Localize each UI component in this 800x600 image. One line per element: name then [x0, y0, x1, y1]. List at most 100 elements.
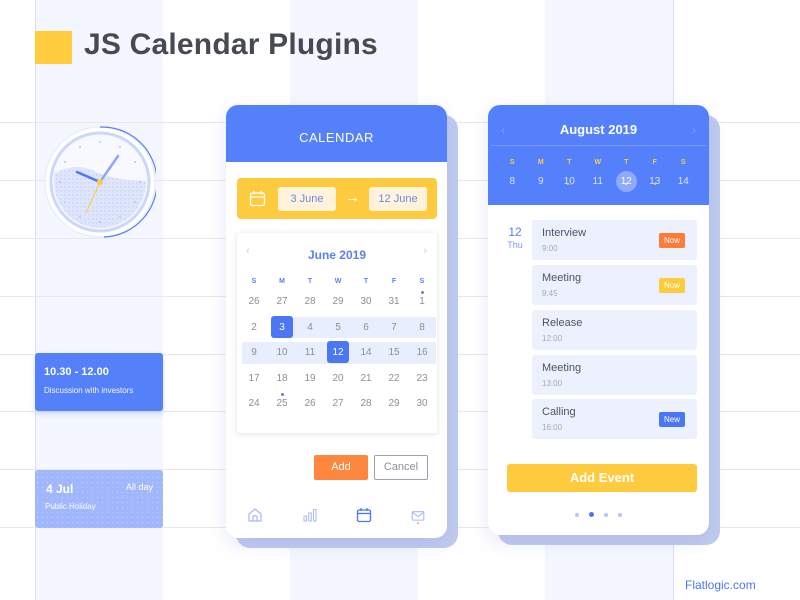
calendar-day[interactable]: 8	[408, 322, 436, 333]
calendar-day-with-event[interactable]: 25	[268, 393, 296, 409]
calendar-day[interactable]: 16	[408, 347, 436, 358]
calendar-day[interactable]: 4	[296, 322, 324, 333]
add-button[interactable]: Add	[314, 455, 368, 480]
calendar-day[interactable]: 26	[296, 398, 324, 409]
calendar-card-header: CALENDAR	[226, 105, 447, 162]
calendar-day[interactable]: 15	[380, 347, 408, 358]
calendar-day[interactable]: 27	[268, 296, 296, 307]
weekday-label: W	[334, 277, 342, 285]
calendar-day[interactable]: 31	[380, 296, 408, 307]
calendar-day[interactable]: 21	[352, 373, 380, 384]
cancel-button[interactable]: Cancel	[374, 455, 428, 480]
weekday-label: S	[419, 277, 425, 285]
calendar-day[interactable]: 6	[352, 322, 380, 333]
event-date: 4 Jul	[46, 482, 74, 496]
add-event-button[interactable]: Add Event	[507, 464, 697, 492]
calendar-day[interactable]: 26	[240, 296, 268, 307]
agenda-selected-date: 12 Thu	[502, 225, 528, 250]
weekday-label: S	[251, 277, 257, 285]
calendar-grid: S M T W T F S 26 27 28 29 30 31 1 2 3 4	[240, 273, 436, 417]
calendar-day[interactable]: 29	[324, 296, 352, 307]
calendar-day[interactable]: 19	[296, 373, 324, 384]
weekday-label: F	[652, 159, 657, 166]
page-title: JS Calendar Plugins	[84, 28, 378, 61]
week-day[interactable]: 8	[498, 171, 527, 193]
calendar-day[interactable]: 30	[408, 398, 436, 409]
calendar-card-title: CALENDAR	[299, 130, 374, 145]
agenda-item[interactable]: Meeting 9:45 Now	[532, 265, 697, 305]
calendar-day[interactable]: 2	[240, 322, 268, 333]
calendar-day[interactable]: 28	[352, 398, 380, 409]
calendar-day-with-event[interactable]: 1	[408, 291, 436, 307]
agenda-day-name: Thu	[507, 240, 523, 250]
bottom-nav	[226, 507, 447, 527]
weekday-label: M	[279, 277, 285, 285]
agenda-item[interactable]: Release 12:00	[532, 310, 697, 350]
week-day[interactable]: 9	[527, 171, 556, 193]
event-description: Discussion with investors	[44, 386, 134, 395]
agenda-item[interactable]: Calling 16:00 New	[532, 399, 697, 439]
week-strip: S M T W T F S 8 9 10 11 12 13 14	[498, 155, 698, 193]
agenda-card-header: ‹ August 2019 › S M T W T F S 8 9 10 11 …	[488, 105, 709, 205]
status-badge: Now	[658, 278, 685, 293]
week-day-today[interactable]: 12	[612, 171, 641, 193]
calendar-day[interactable]: 9	[240, 347, 268, 358]
agenda-item-time: 12:00	[542, 334, 563, 343]
week-day[interactable]: 14	[669, 171, 698, 193]
calendar-day[interactable]: 22	[380, 373, 408, 384]
week-day-with-event[interactable]: 10	[555, 171, 584, 193]
page-dot[interactable]	[604, 513, 608, 517]
calendar-day[interactable]: 23	[408, 373, 436, 384]
weekday-label: S	[509, 159, 515, 166]
weekday-label: F	[391, 277, 397, 285]
agenda-item-time: 16:00	[542, 423, 563, 432]
calendar-day[interactable]: 14	[352, 347, 380, 358]
agenda-item-title: Release	[542, 317, 583, 329]
calendar-card: CALENDAR 3 June → 12 June ‹ June 2019 › …	[226, 105, 447, 538]
week-dates: 8 9 10 11 12 13 14	[498, 171, 698, 193]
agenda-item-time: 9:45	[542, 289, 558, 298]
range-start-field[interactable]: 3 June	[278, 187, 336, 211]
agenda-item[interactable]: Interview 9:00 Now	[532, 220, 697, 260]
page-dot-active[interactable]	[589, 512, 594, 517]
event-card-holiday[interactable]: 4 Jul All day Public Holiday	[35, 470, 163, 528]
week-day[interactable]: 11	[584, 171, 613, 193]
calendar-day[interactable]: 17	[240, 373, 268, 384]
calendar-day[interactable]: 18	[268, 373, 296, 384]
mail-icon[interactable]	[410, 509, 426, 525]
calendar-day[interactable]: 10	[268, 347, 296, 358]
next-month-button[interactable]: ›	[423, 245, 427, 257]
page-dot[interactable]	[575, 513, 579, 517]
calendar-day[interactable]: 29	[380, 398, 408, 409]
calendar-day[interactable]: 30	[352, 296, 380, 307]
weekday-label: W	[594, 159, 602, 166]
weekday-label: S	[680, 159, 686, 166]
week-day-with-event[interactable]: 13	[641, 171, 670, 193]
calendar-week: 9 10 11 12 14 15 16	[240, 340, 436, 366]
agenda-item[interactable]: Meeting 13:00	[532, 355, 697, 395]
event-time: 10.30 - 12.00	[44, 366, 109, 378]
chart-icon[interactable]	[302, 507, 318, 523]
calendar-day[interactable]: 20	[324, 373, 352, 384]
calendar-day-range-start[interactable]: 3	[268, 315, 296, 338]
event-card-discussion[interactable]: 10.30 - 12.00 Discussion with investors	[35, 353, 163, 411]
calendar-day[interactable]: 28	[296, 296, 324, 307]
calendar-day[interactable]: 5	[324, 322, 352, 333]
calendar-day[interactable]: 27	[324, 398, 352, 409]
page-indicator	[488, 512, 709, 517]
agenda-item-title: Interview	[542, 227, 587, 239]
event-allday: All day	[125, 482, 153, 492]
calendar-day[interactable]: 24	[240, 398, 268, 409]
calendar-day[interactable]: 7	[380, 322, 408, 333]
weekday-header: S M T W T F S	[240, 273, 436, 289]
range-end-field[interactable]: 12 June	[369, 187, 427, 211]
calendar-icon[interactable]	[356, 507, 372, 523]
agenda-item-time: 9:00	[542, 244, 558, 253]
page-dot[interactable]	[618, 513, 622, 517]
home-icon[interactable]	[247, 507, 263, 523]
agenda-day-number: 12	[508, 225, 522, 239]
calendar-day[interactable]: 11	[296, 347, 324, 358]
brand-link[interactable]: Flatlogic.com	[685, 578, 756, 592]
next-month-button[interactable]: ›	[692, 123, 696, 137]
calendar-day-range-end[interactable]: 12	[324, 341, 352, 364]
